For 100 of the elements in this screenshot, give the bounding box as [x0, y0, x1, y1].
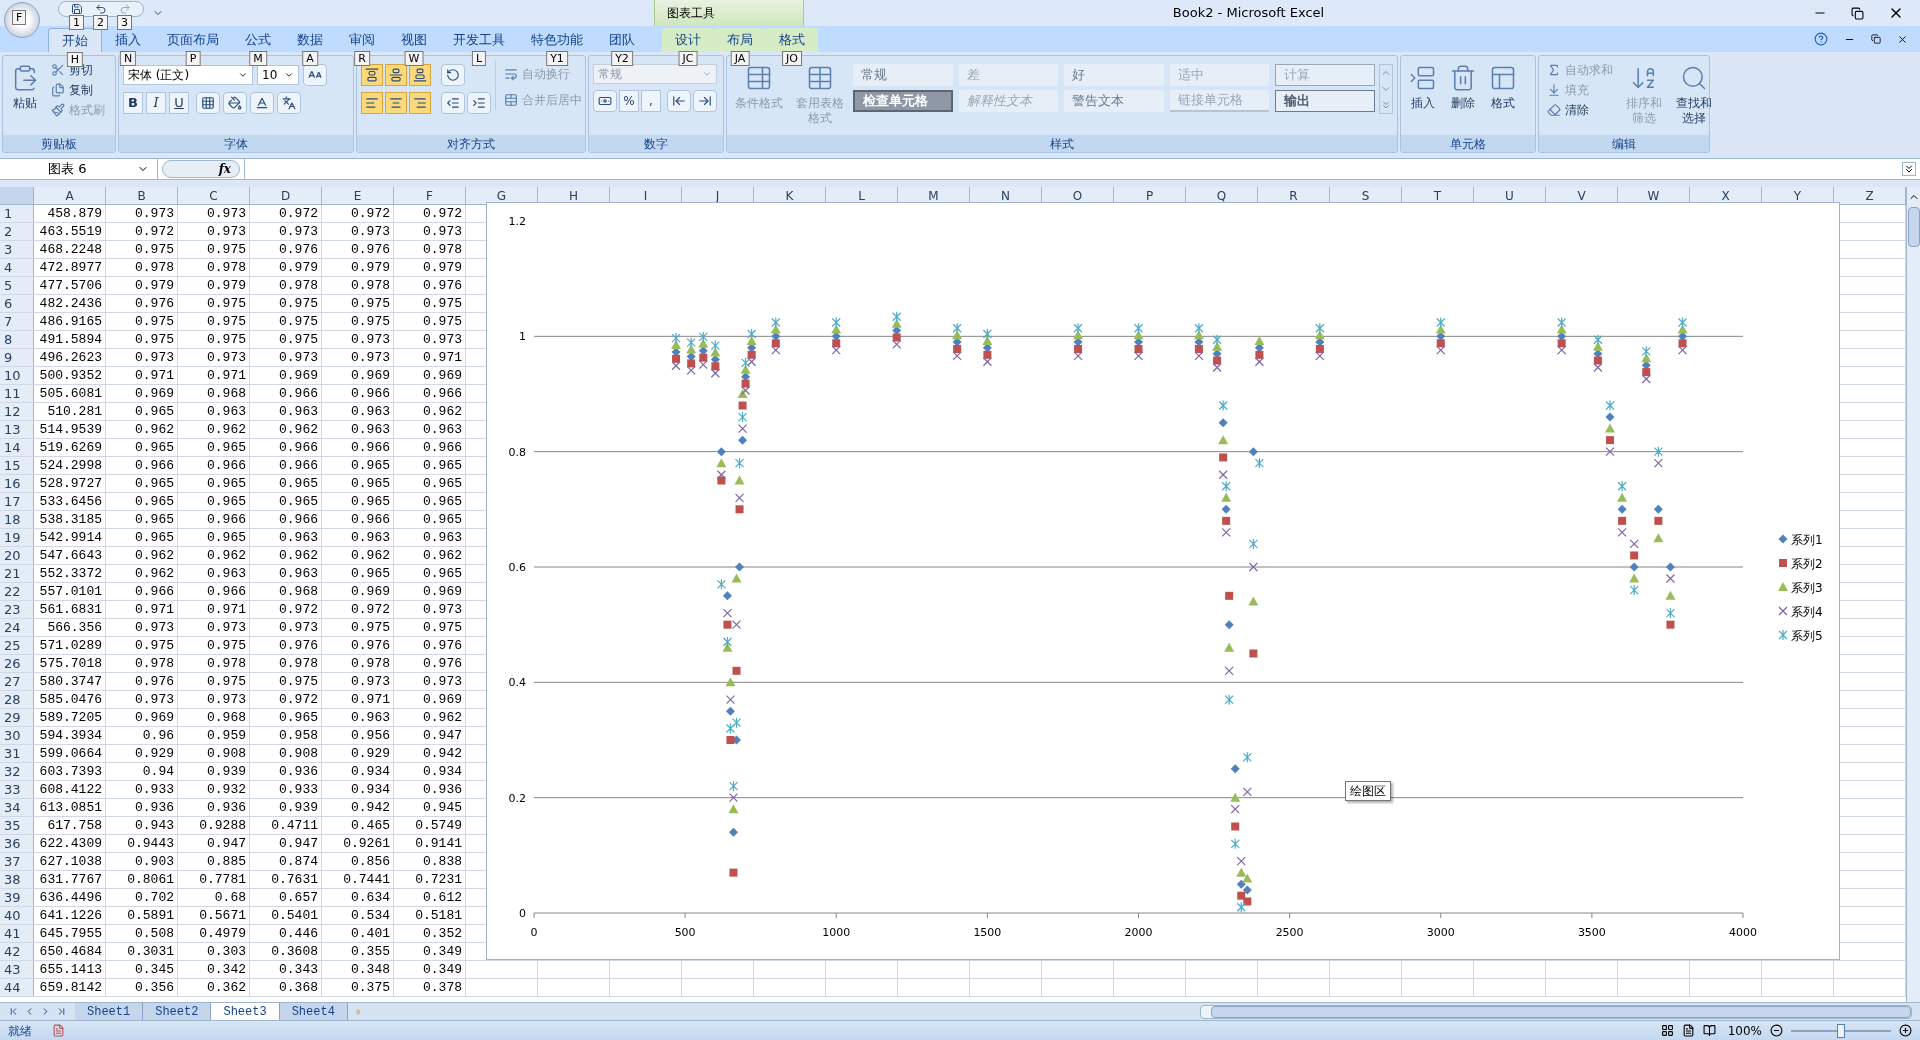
table-cell: 0.947 [394, 727, 466, 744]
row-header[interactable]: 34 [0, 799, 34, 816]
row-header[interactable]: 38 [0, 871, 34, 888]
row-header[interactable]: 17 [0, 493, 34, 510]
row-header[interactable]: 40 [0, 907, 34, 924]
row-header[interactable]: 22 [0, 583, 34, 600]
ribbon-tab[interactable]: 团队 [596, 28, 648, 52]
column-header[interactable]: D [250, 187, 322, 204]
ribbon-tab[interactable]: 页面布局 [154, 28, 232, 52]
row-header[interactable]: 41 [0, 925, 34, 942]
row-header[interactable]: 31 [0, 745, 34, 762]
ribbon-button[interactable]: 粘贴 [7, 60, 43, 115]
keytip-badge: W [404, 51, 424, 67]
row-header[interactable]: 36 [0, 835, 34, 852]
row-header[interactable]: 33 [0, 781, 34, 798]
cell-style-item[interactable]: 输出 [1275, 90, 1375, 112]
ribbon-tab[interactable]: 设计 [662, 28, 714, 52]
cell-style-item[interactable]: 好 [1064, 64, 1164, 86]
column-header[interactable]: E [322, 187, 394, 204]
table-cell: 0.978 [322, 655, 394, 672]
row-header[interactable]: 1 [0, 205, 34, 222]
row-header[interactable]: 5 [0, 277, 34, 294]
row-header[interactable]: 3 [0, 241, 34, 258]
ribbon-tab[interactable]: 格式 [766, 28, 818, 52]
row-header[interactable]: 24 [0, 619, 34, 636]
row-header[interactable]: 12 [0, 403, 34, 420]
table-cell: 580.3747 [34, 673, 106, 690]
ribbon-tab[interactable]: 开发工具 [440, 28, 518, 52]
table-cell: 0.966 [322, 511, 394, 528]
row-header[interactable]: 20 [0, 547, 34, 564]
column-header[interactable]: C [178, 187, 250, 204]
insert-function-button[interactable]: fx [218, 160, 231, 178]
row-header[interactable]: 37 [0, 853, 34, 870]
number-format-button[interactable]: % [619, 90, 639, 112]
row-header[interactable]: 4 [0, 259, 34, 276]
row-header[interactable]: 2 [0, 223, 34, 240]
row-header[interactable]: 27 [0, 673, 34, 690]
row-header[interactable]: 13 [0, 421, 34, 438]
row-header[interactable]: 10 [0, 367, 34, 384]
font-name-dropdown[interactable]: 宋体 (正文) [123, 65, 253, 85]
row-header[interactable]: 18 [0, 511, 34, 528]
row-header[interactable]: 19 [0, 529, 34, 546]
ribbon-button[interactable]: 复制 [47, 80, 109, 100]
font-size-dropdown[interactable]: 10 [257, 65, 299, 85]
ribbon-tab[interactable]: 数据 [284, 28, 336, 52]
table-cell: 0.978 [106, 655, 178, 672]
group-label: 编辑 [1612, 135, 1636, 153]
ribbon-tab[interactable]: 布局 [714, 28, 766, 52]
row-header[interactable]: 8 [0, 331, 34, 348]
column-header[interactable]: A [34, 187, 106, 204]
table-cell: 0.355 [322, 943, 394, 960]
table-cell: 0.963 [322, 421, 394, 438]
number-format-button[interactable]: , [641, 90, 661, 112]
ribbon-button[interactable]: 查找和选择 [1671, 60, 1717, 130]
table-cell: 0.356 [106, 979, 178, 996]
cell-style-item[interactable]: 警告文本 [1064, 90, 1164, 112]
ribbon-tab[interactable]: 特色功能 [518, 28, 596, 52]
ribbon-button[interactable]: 插入 [1405, 60, 1441, 115]
row-header[interactable]: 26 [0, 655, 34, 672]
row-header[interactable]: 25 [0, 637, 34, 654]
format-button[interactable]: B [123, 92, 143, 114]
row-header[interactable]: 21 [0, 565, 34, 582]
sheet-tab[interactable]: Sheet2 [143, 1002, 212, 1021]
table-cell: 0.973 [394, 331, 466, 348]
column-header[interactable]: B [106, 187, 178, 204]
table-cell: 0.975 [178, 241, 250, 258]
sheet-tab[interactable]: Sheet4 [279, 1002, 348, 1021]
row-header[interactable]: 29 [0, 709, 34, 726]
row-header[interactable]: 35 [0, 817, 34, 834]
ribbon-button[interactable]: 清除 [1543, 100, 1617, 120]
format-button[interactable]: I [146, 92, 166, 114]
row-header[interactable]: 15 [0, 457, 34, 474]
name-box[interactable]: 图表 6 [0, 159, 158, 179]
row-header[interactable]: 23 [0, 601, 34, 618]
row-header[interactable]: 7 [0, 313, 34, 330]
ribbon-tab[interactable]: 公式 [232, 28, 284, 52]
row-header[interactable]: 28 [0, 691, 34, 708]
ribbon-tab[interactable]: 插入 [102, 28, 154, 52]
row-header[interactable]: 42 [0, 943, 34, 960]
row-header[interactable]: 16 [0, 475, 34, 492]
ribbon-tab[interactable]: 审阅 [336, 28, 388, 52]
ribbon-tab[interactable]: 开始 [48, 28, 102, 52]
ribbon-tab[interactable]: 视图 [388, 28, 440, 52]
sheet-tab[interactable]: Sheet3 [211, 1002, 280, 1021]
ribbon-button[interactable]: 删除 [1445, 60, 1481, 115]
table-cell: 0.973 [250, 619, 322, 636]
row-header[interactable]: 9 [0, 349, 34, 366]
column-header[interactable]: F [394, 187, 466, 204]
row-header[interactable]: 44 [0, 979, 34, 996]
row-header[interactable]: 6 [0, 295, 34, 312]
row-header[interactable]: 11 [0, 385, 34, 402]
row-header[interactable]: 30 [0, 727, 34, 744]
row-header[interactable]: 43 [0, 961, 34, 978]
cell-style-item[interactable]: 常规 [853, 64, 953, 86]
row-header[interactable]: 14 [0, 439, 34, 456]
sheet-tab[interactable]: Sheet1 [75, 1002, 144, 1021]
row-header[interactable]: 32 [0, 763, 34, 780]
ribbon-button[interactable]: 格式 [1485, 60, 1521, 115]
format-button[interactable]: U [169, 92, 189, 114]
row-header[interactable]: 39 [0, 889, 34, 906]
